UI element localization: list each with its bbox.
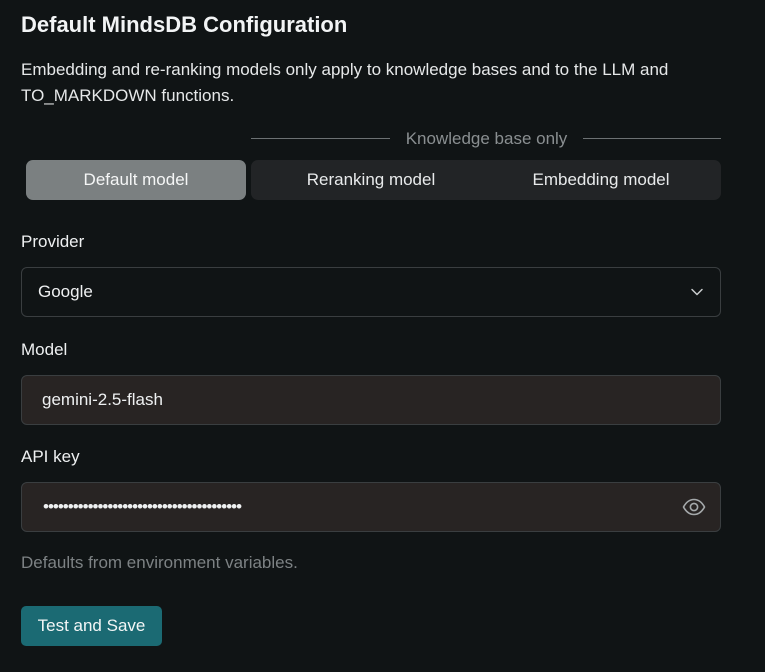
model-label: Model (21, 340, 68, 359)
page-description: Embedding and re-ranking models only app… (21, 60, 669, 105)
api-key-masked-value[interactable]: •••••••••••••••••••••••••••••••••••••••• (43, 497, 242, 517)
provider-select[interactable]: Google (21, 267, 721, 317)
model-input[interactable] (42, 376, 662, 424)
chevron-down-icon (691, 288, 703, 296)
provider-selected-value: Google (38, 282, 93, 301)
model-field[interactable] (21, 375, 721, 425)
eye-icon[interactable] (682, 496, 706, 518)
defaults-hint: Defaults from environment variables. (21, 553, 298, 572)
test-and-save-button[interactable]: Test and Save (21, 606, 162, 646)
tab-reranking-model[interactable]: Reranking model (251, 160, 491, 200)
tab-embedding-model[interactable]: Embedding model (481, 160, 721, 200)
tab-default-model[interactable]: Default model (26, 160, 246, 200)
api-key-label: API key (21, 447, 80, 466)
config-panel: Default MindsDB Configuration Embedding … (0, 0, 765, 672)
kb-divider-right (583, 138, 721, 139)
provider-label: Provider (21, 232, 85, 251)
kb-divider-left (251, 138, 390, 139)
page-title: Default MindsDB Configuration (21, 12, 348, 37)
knowledge-base-only-label: Knowledge base only (405, 129, 568, 148)
api-key-field[interactable]: •••••••••••••••••••••••••••••••••••••••• (21, 482, 721, 532)
